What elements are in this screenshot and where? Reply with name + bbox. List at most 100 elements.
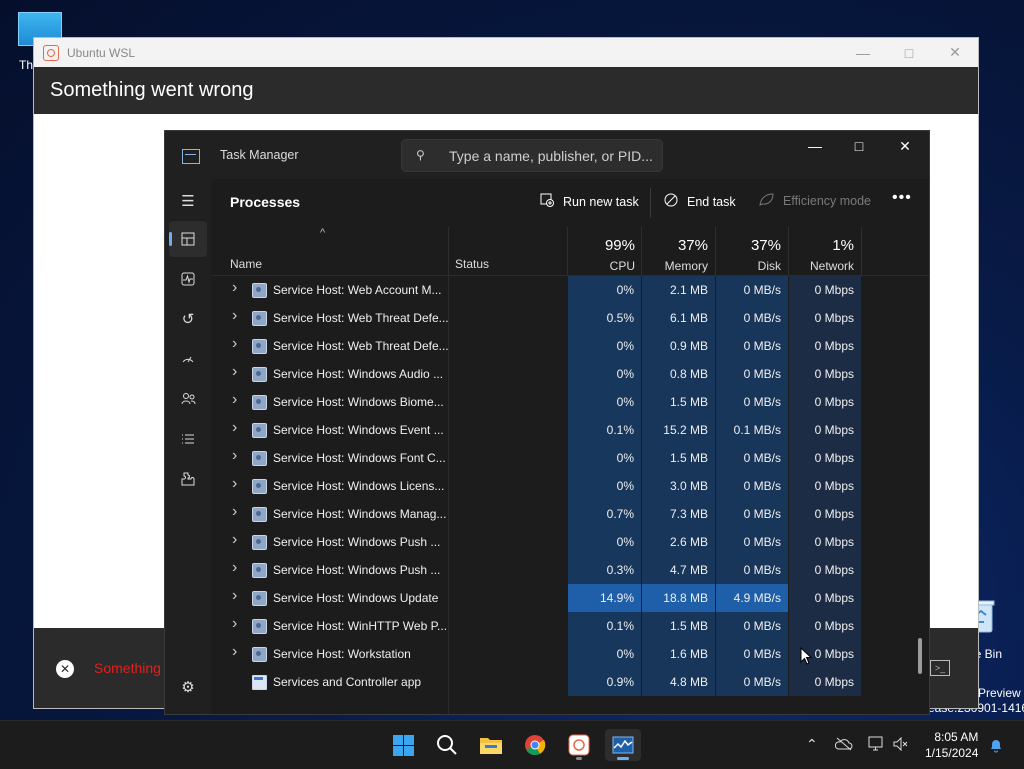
network-cell: 0 Mbps bbox=[789, 304, 861, 332]
nav-processes-icon[interactable] bbox=[169, 221, 207, 257]
network-icon[interactable] bbox=[868, 736, 884, 751]
table-row[interactable]: › Service Host: Windows Biome... 0% 1.5 MB 0… bbox=[211, 388, 929, 416]
nav-app-history-icon[interactable]: ↺ bbox=[169, 301, 207, 337]
expand-chevron-icon[interactable]: › bbox=[232, 615, 237, 633]
task-manager-titlebar[interactable]: Task Manager ⚲ Type a name, publisher, o… bbox=[165, 131, 929, 179]
maximize-button[interactable]: □ bbox=[836, 135, 882, 157]
running-indicator bbox=[617, 757, 629, 760]
service-gear-icon bbox=[252, 311, 267, 326]
ubuntu-taskbar-button[interactable] bbox=[561, 729, 597, 761]
settings-gear-icon[interactable]: ⚙ bbox=[169, 669, 207, 705]
expand-chevron-icon[interactable]: › bbox=[232, 587, 237, 605]
service-gear-icon bbox=[252, 479, 267, 494]
expand-chevron-icon[interactable]: › bbox=[232, 447, 237, 465]
table-row[interactable]: › Service Host: Workstation 0% 1.6 MB 0 MB/s… bbox=[211, 640, 929, 668]
column-status[interactable]: Status bbox=[455, 257, 489, 271]
memory-cell: 1.5 MB bbox=[642, 444, 715, 472]
nav-active-indicator bbox=[169, 232, 172, 246]
ubuntu-close-button[interactable]: ✕ bbox=[932, 38, 978, 67]
table-row[interactable]: › Service Host: Windows Update 14.9% 18.8 M… bbox=[211, 584, 929, 612]
table-row[interactable]: › Service Host: Windows Event ... 0.1% 15.2… bbox=[211, 416, 929, 444]
network-cell: 0 Mbps bbox=[789, 472, 861, 500]
expand-chevron-icon[interactable]: › bbox=[232, 391, 237, 409]
service-gear-icon bbox=[252, 283, 267, 298]
page-title: Processes bbox=[230, 194, 301, 210]
disk-cell: 0 MB/s bbox=[716, 444, 788, 472]
nav-users-icon[interactable] bbox=[169, 381, 207, 417]
chrome-button[interactable] bbox=[517, 729, 553, 761]
ubuntu-minimize-button[interactable]: — bbox=[840, 38, 886, 67]
expand-chevron-icon[interactable]: › bbox=[232, 475, 237, 493]
memory-total: 37% bbox=[677, 237, 708, 254]
more-options-button[interactable]: ••• bbox=[892, 189, 912, 207]
service-gear-icon bbox=[252, 507, 267, 522]
process-name: Services and Controller app bbox=[273, 675, 422, 689]
column-cpu[interactable]: 99% CPU bbox=[568, 237, 635, 273]
memory-cell: 4.7 MB bbox=[642, 556, 715, 584]
table-row[interactable]: › Service Host: Windows Font C... 0% 1.5 MB… bbox=[211, 444, 929, 472]
nav-services-icon[interactable] bbox=[169, 461, 207, 497]
cpu-cell: 0% bbox=[568, 472, 641, 500]
service-gear-icon bbox=[252, 339, 267, 354]
terminal-icon[interactable]: >_ bbox=[930, 660, 950, 676]
search-input[interactable]: ⚲ Type a name, publisher, or PID... bbox=[401, 139, 663, 172]
expand-chevron-icon[interactable]: › bbox=[232, 335, 237, 353]
table-row[interactable]: › Service Host: Web Account M... 0% 2.1 MB 0… bbox=[211, 276, 929, 304]
toolbar: Processes Run new task End task Efficien… bbox=[211, 179, 929, 227]
ubuntu-title: Ubuntu WSL bbox=[67, 45, 136, 60]
expand-chevron-icon[interactable]: › bbox=[232, 279, 237, 297]
table-row[interactable]: › Service Host: Web Threat Defe... 0% 0.9 M… bbox=[211, 332, 929, 360]
table-row[interactable]: › Service Host: Windows Push ... 0.3% 4.7 M… bbox=[211, 556, 929, 584]
column-memory[interactable]: 37% Memory bbox=[642, 237, 708, 273]
table-row[interactable]: › Service Host: Windows Push ... 0% 2.6 MB 0… bbox=[211, 528, 929, 556]
notification-bell-icon[interactable] bbox=[988, 737, 1004, 753]
scrollbar-thumb[interactable] bbox=[918, 638, 922, 674]
task-manager-taskbar-button[interactable] bbox=[605, 729, 641, 761]
nav-details-icon[interactable] bbox=[169, 421, 207, 457]
expand-chevron-icon[interactable]: › bbox=[232, 419, 237, 437]
clock[interactable]: 8:05 AM 1/15/2024 bbox=[925, 729, 978, 761]
column-disk[interactable]: 37% Disk bbox=[716, 237, 781, 273]
column-network[interactable]: 1% Network bbox=[789, 237, 854, 273]
close-button[interactable]: ✕ bbox=[882, 135, 928, 157]
nav-startup-apps-icon[interactable] bbox=[169, 341, 207, 377]
volume-muted-icon[interactable] bbox=[893, 737, 909, 751]
start-button[interactable] bbox=[385, 729, 421, 761]
search-taskbar-button[interactable] bbox=[429, 729, 465, 761]
expand-chevron-icon[interactable]: › bbox=[232, 503, 237, 521]
service-gear-icon bbox=[252, 591, 267, 606]
expand-chevron-icon[interactable]: › bbox=[232, 363, 237, 381]
minimize-button[interactable]: — bbox=[792, 135, 838, 157]
table-row[interactable]: › Service Host: Web Threat Defe... 0.5% 6.1… bbox=[211, 304, 929, 332]
memory-cell: 3.0 MB bbox=[642, 472, 715, 500]
nav-performance-icon[interactable] bbox=[169, 261, 207, 297]
table-row[interactable]: › Service Host: Windows Audio ... 0% 0.8 MB… bbox=[211, 360, 929, 388]
file-explorer-button[interactable] bbox=[473, 729, 509, 761]
table-row[interactable]: Services and Controller app 0.9% 4.8 MB 0 M… bbox=[211, 668, 929, 696]
process-name: Service Host: Windows Biome... bbox=[273, 395, 444, 409]
memory-cell: 0.8 MB bbox=[642, 360, 715, 388]
ubuntu-dismiss-icon[interactable]: ✕ bbox=[56, 660, 74, 678]
expand-chevron-icon[interactable]: › bbox=[232, 559, 237, 577]
end-task-button[interactable]: End task bbox=[664, 193, 736, 210]
chrome-icon bbox=[525, 735, 546, 756]
disk-cell: 0 MB/s bbox=[716, 668, 788, 696]
expand-chevron-icon[interactable]: › bbox=[232, 307, 237, 325]
table-row[interactable]: › Service Host: Windows Licens... 0% 3.0 MB… bbox=[211, 472, 929, 500]
cpu-cell: 0.3% bbox=[568, 556, 641, 584]
onedrive-icon[interactable] bbox=[835, 737, 853, 751]
run-new-task-button[interactable]: Run new task bbox=[540, 193, 639, 210]
toolbar-divider bbox=[650, 188, 651, 218]
column-name[interactable]: Name bbox=[230, 257, 262, 271]
expand-chevron-icon[interactable]: › bbox=[232, 643, 237, 661]
ubuntu-maximize-button[interactable]: □ bbox=[886, 38, 932, 67]
efficiency-mode-button[interactable]: Efficiency mode bbox=[759, 193, 871, 209]
table-row[interactable]: › Service Host: WinHTTP Web P... 0.1% 1.5 M… bbox=[211, 612, 929, 640]
expand-chevron-icon[interactable]: › bbox=[232, 531, 237, 549]
cpu-cell: 0% bbox=[568, 444, 641, 472]
disk-cell: 0.1 MB/s bbox=[716, 416, 788, 444]
hamburger-menu-icon[interactable]: ☰ bbox=[169, 183, 207, 219]
chevron-up-icon[interactable]: ⌃ bbox=[806, 736, 818, 753]
ubuntu-titlebar[interactable]: Ubuntu WSL bbox=[34, 38, 978, 67]
table-row[interactable]: › Service Host: Windows Manag... 0.7% 7.3 M… bbox=[211, 500, 929, 528]
